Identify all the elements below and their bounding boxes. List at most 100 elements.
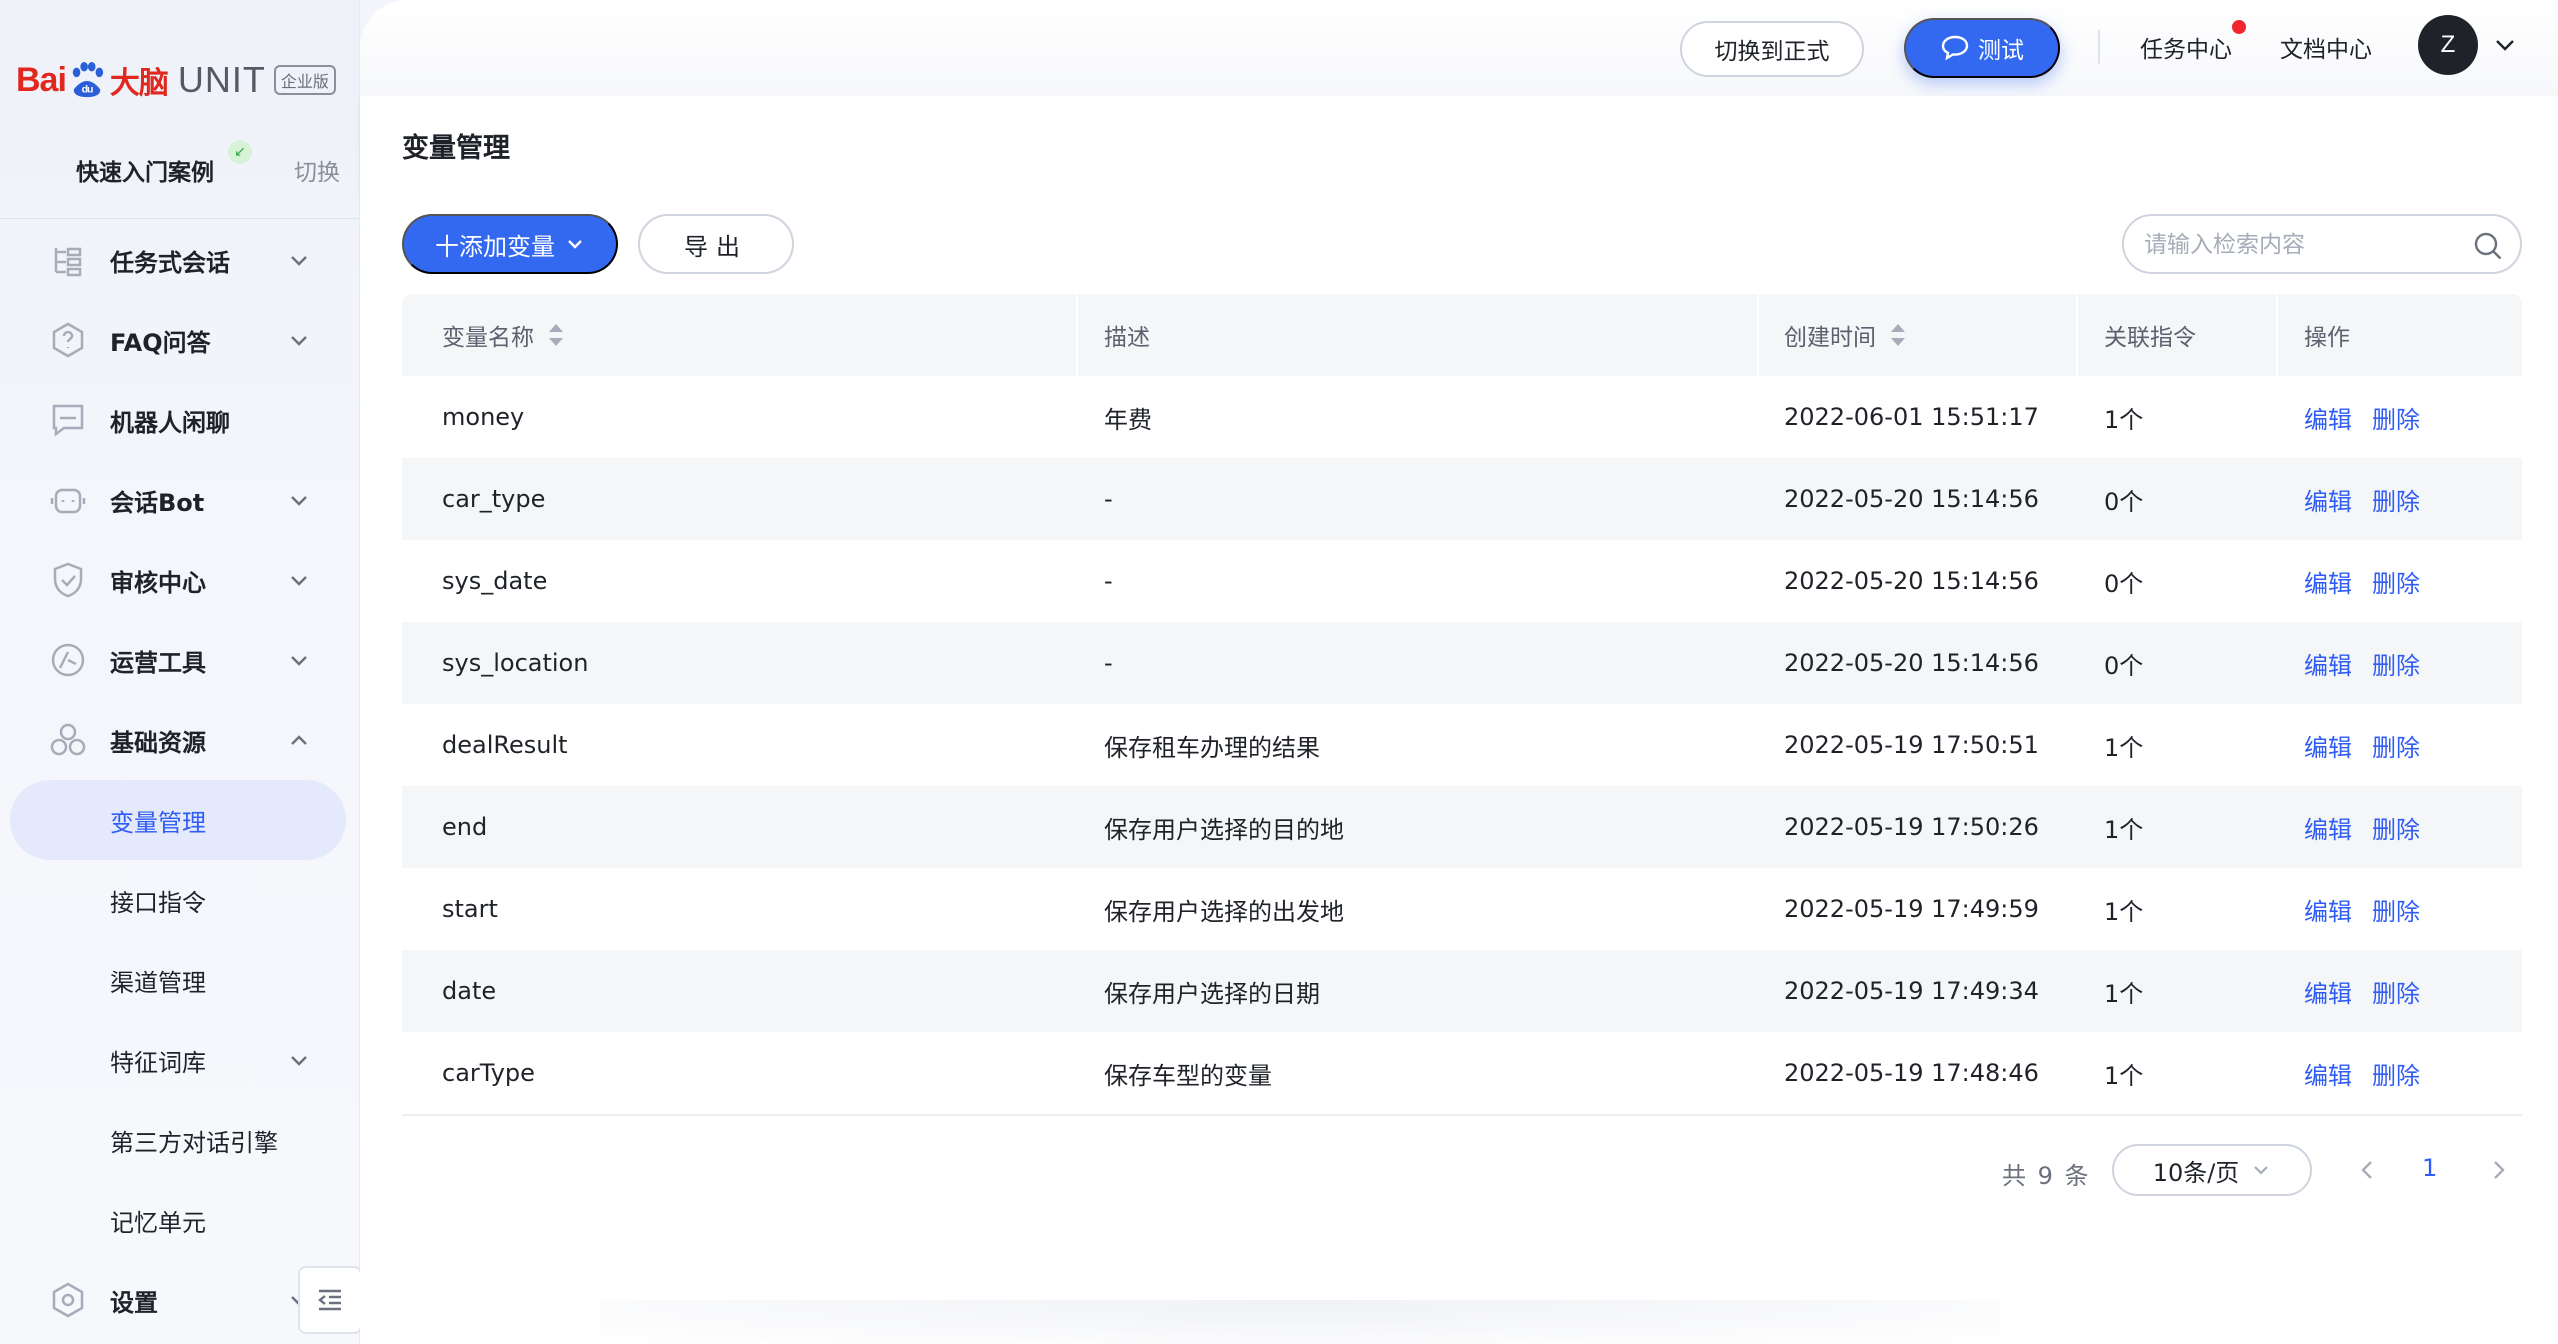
operations-icon [51, 643, 85, 677]
column-header-label: 操作 [2304, 325, 2350, 351]
pagination: 共 9 条 10条/页 1 [360, 1144, 2558, 1204]
sidebar-collapse-button[interactable] [298, 1266, 362, 1334]
sidebar-item-api-commands[interactable]: 接口指令 [10, 860, 346, 940]
delete-link[interactable]: 删除 [2372, 728, 2420, 763]
delete-link[interactable]: 删除 [2372, 482, 2420, 517]
delete-link[interactable]: 删除 [2372, 974, 2420, 1009]
cell-actions: 编辑 删除 [2304, 622, 2440, 704]
task-center-link[interactable]: 任务中心 [2140, 30, 2232, 64]
project-switch-link[interactable]: 切换 [294, 153, 340, 187]
cell-actions: 编辑 删除 [2304, 786, 2440, 868]
settings-icon [52, 1282, 84, 1318]
chevron-down-icon[interactable] [2492, 32, 2518, 58]
search-icon[interactable] [2472, 230, 2504, 262]
sidebar-item-label: 接口指令 [110, 888, 206, 917]
edit-link[interactable]: 编辑 [2304, 892, 2352, 927]
edit-link[interactable]: 编辑 [2304, 564, 2352, 599]
cell-variable-name: start [442, 895, 498, 923]
column-header-label: 描述 [1104, 325, 1150, 351]
logo-text-bai: Bai [16, 60, 67, 99]
baidu-logo: Bai du 大脑 [16, 58, 169, 102]
cell-description: 保存租车办理的结果 [1104, 733, 1320, 762]
sort-icon[interactable] [1888, 321, 1908, 349]
cell-description: - [1104, 485, 1113, 513]
column-header-label: 变量名称 [442, 325, 534, 351]
column-header-name[interactable]: 变量名称 [442, 294, 566, 376]
delete-link[interactable]: 删除 [2372, 892, 2420, 927]
edit-link[interactable]: 编辑 [2304, 482, 2352, 517]
delete-link[interactable]: 删除 [2372, 564, 2420, 599]
chevron-down-icon [291, 496, 307, 506]
sidebar-item-variables[interactable]: 变量管理 [10, 780, 346, 860]
sidebar-item-third-party-engine[interactable]: 第三方对话引擎 [10, 1100, 346, 1180]
cell-created-time: 2022-05-19 17:50:26 [1784, 813, 2039, 841]
column-header-created[interactable]: 创建时间 [1784, 294, 1908, 376]
sidebar-item-faq[interactable]: FAQ问答 [10, 300, 346, 380]
delete-link[interactable]: 删除 [2372, 810, 2420, 845]
chevron-down-icon [2254, 1166, 2269, 1175]
cell-actions: 编辑 删除 [2304, 376, 2440, 458]
variables-table: 变量名称 描述 创建时间 关联指令 操作 money 年费 2022-06-01 1… [402, 294, 2522, 1116]
logo-unit-text: UNIT [177, 59, 266, 100]
cell-linked-commands: 0个 [2104, 651, 2144, 680]
edit-link[interactable]: 编辑 [2304, 728, 2352, 763]
delete-link[interactable]: 删除 [2372, 646, 2420, 681]
sidebar-item-label: 会话Bot [110, 488, 205, 517]
sidebar-item-chitchat[interactable]: 机器人闲聊 [10, 380, 346, 460]
table-row: sys_date - 2022-05-20 15:14:56 0个 编辑 删除 [402, 540, 2522, 622]
edition-badge: 企业版 [273, 65, 336, 95]
sidebar-item-label: 基础资源 [110, 728, 206, 757]
sidebar-item-task-dialog[interactable]: 任务式会话 [10, 220, 346, 300]
switch-to-production-button[interactable]: 切换到正式 [1680, 21, 1864, 77]
edit-link[interactable]: 编辑 [2304, 810, 2352, 845]
delete-link[interactable]: 删除 [2372, 400, 2420, 435]
delete-link[interactable]: 删除 [2372, 1056, 2420, 1091]
add-variable-button[interactable]: 十添加变量 [402, 214, 618, 274]
sidebar-item-channels[interactable]: 渠道管理 [10, 940, 346, 1020]
sidebar-item-label: 变量管理 [110, 808, 206, 837]
bot-icon [50, 488, 86, 514]
sidebar-item-settings[interactable]: 设置 [10, 1260, 346, 1340]
search-input[interactable] [2144, 228, 2464, 262]
chat-icon [52, 404, 84, 437]
test-button[interactable]: 测试 [1904, 18, 2060, 78]
page-size-select[interactable]: 10条/页 [2112, 1144, 2312, 1196]
sidebar-item-label: 运营工具 [110, 648, 206, 677]
notification-dot [2232, 20, 2246, 34]
sidebar: Bai du 大脑 UNIT 企业版 快速入门案例 ↙ 切换 任务式会话 FAQ… [0, 0, 362, 1344]
cell-created-time: 2022-06-01 15:51:17 [1784, 403, 2039, 431]
sort-icon[interactable] [546, 321, 566, 349]
chevron-down-icon [291, 1056, 307, 1066]
avatar[interactable]: Z [2418, 15, 2478, 75]
column-header-desc: 描述 [1104, 294, 1150, 376]
edit-link[interactable]: 编辑 [2304, 646, 2352, 681]
sidebar-item-feature-words[interactable]: 特征词库 [10, 1020, 346, 1100]
page-title-bar: 变量管理 [360, 96, 2558, 192]
column-divider [2076, 294, 2078, 376]
faq-icon [52, 322, 84, 358]
sidebar-item-bot[interactable]: 会话Bot [10, 460, 346, 540]
brand-logo[interactable]: Bai du 大脑 UNIT 企业版 [16, 52, 336, 108]
doc-center-link[interactable]: 文档中心 [2280, 30, 2372, 64]
sidebar-item-resources[interactable]: 基础资源 [10, 700, 346, 780]
page-number-current[interactable]: 1 [2422, 1154, 2437, 1182]
sidebar-item-operations[interactable]: 运营工具 [10, 620, 346, 700]
edit-link[interactable]: 编辑 [2304, 1056, 2352, 1091]
page-size-value: 10条/页 [2152, 1158, 2240, 1187]
export-button[interactable]: 导出 [638, 214, 794, 274]
next-page-icon[interactable] [2484, 1156, 2512, 1184]
cell-description: - [1104, 567, 1113, 595]
edit-link[interactable]: 编辑 [2304, 974, 2352, 1009]
table-row: start 保存用户选择的出发地 2022-05-19 17:49:59 1个 编辑 删除 [402, 868, 2522, 950]
cell-variable-name: car_type [442, 485, 546, 513]
sidebar-item-review[interactable]: 审核中心 [10, 540, 346, 620]
cell-description: 保存车型的变量 [1104, 1061, 1272, 1090]
edit-link[interactable]: 编辑 [2304, 400, 2352, 435]
cell-linked-commands: 1个 [2104, 815, 2144, 844]
logo-text-du: du [81, 84, 92, 95]
prev-page-icon[interactable] [2354, 1156, 2382, 1184]
cell-actions: 编辑 删除 [2304, 458, 2440, 540]
cell-created-time: 2022-05-19 17:48:46 [1784, 1059, 2039, 1087]
cell-variable-name: sys_date [442, 567, 548, 595]
sidebar-item-memory[interactable]: 记忆单元 [10, 1180, 346, 1260]
